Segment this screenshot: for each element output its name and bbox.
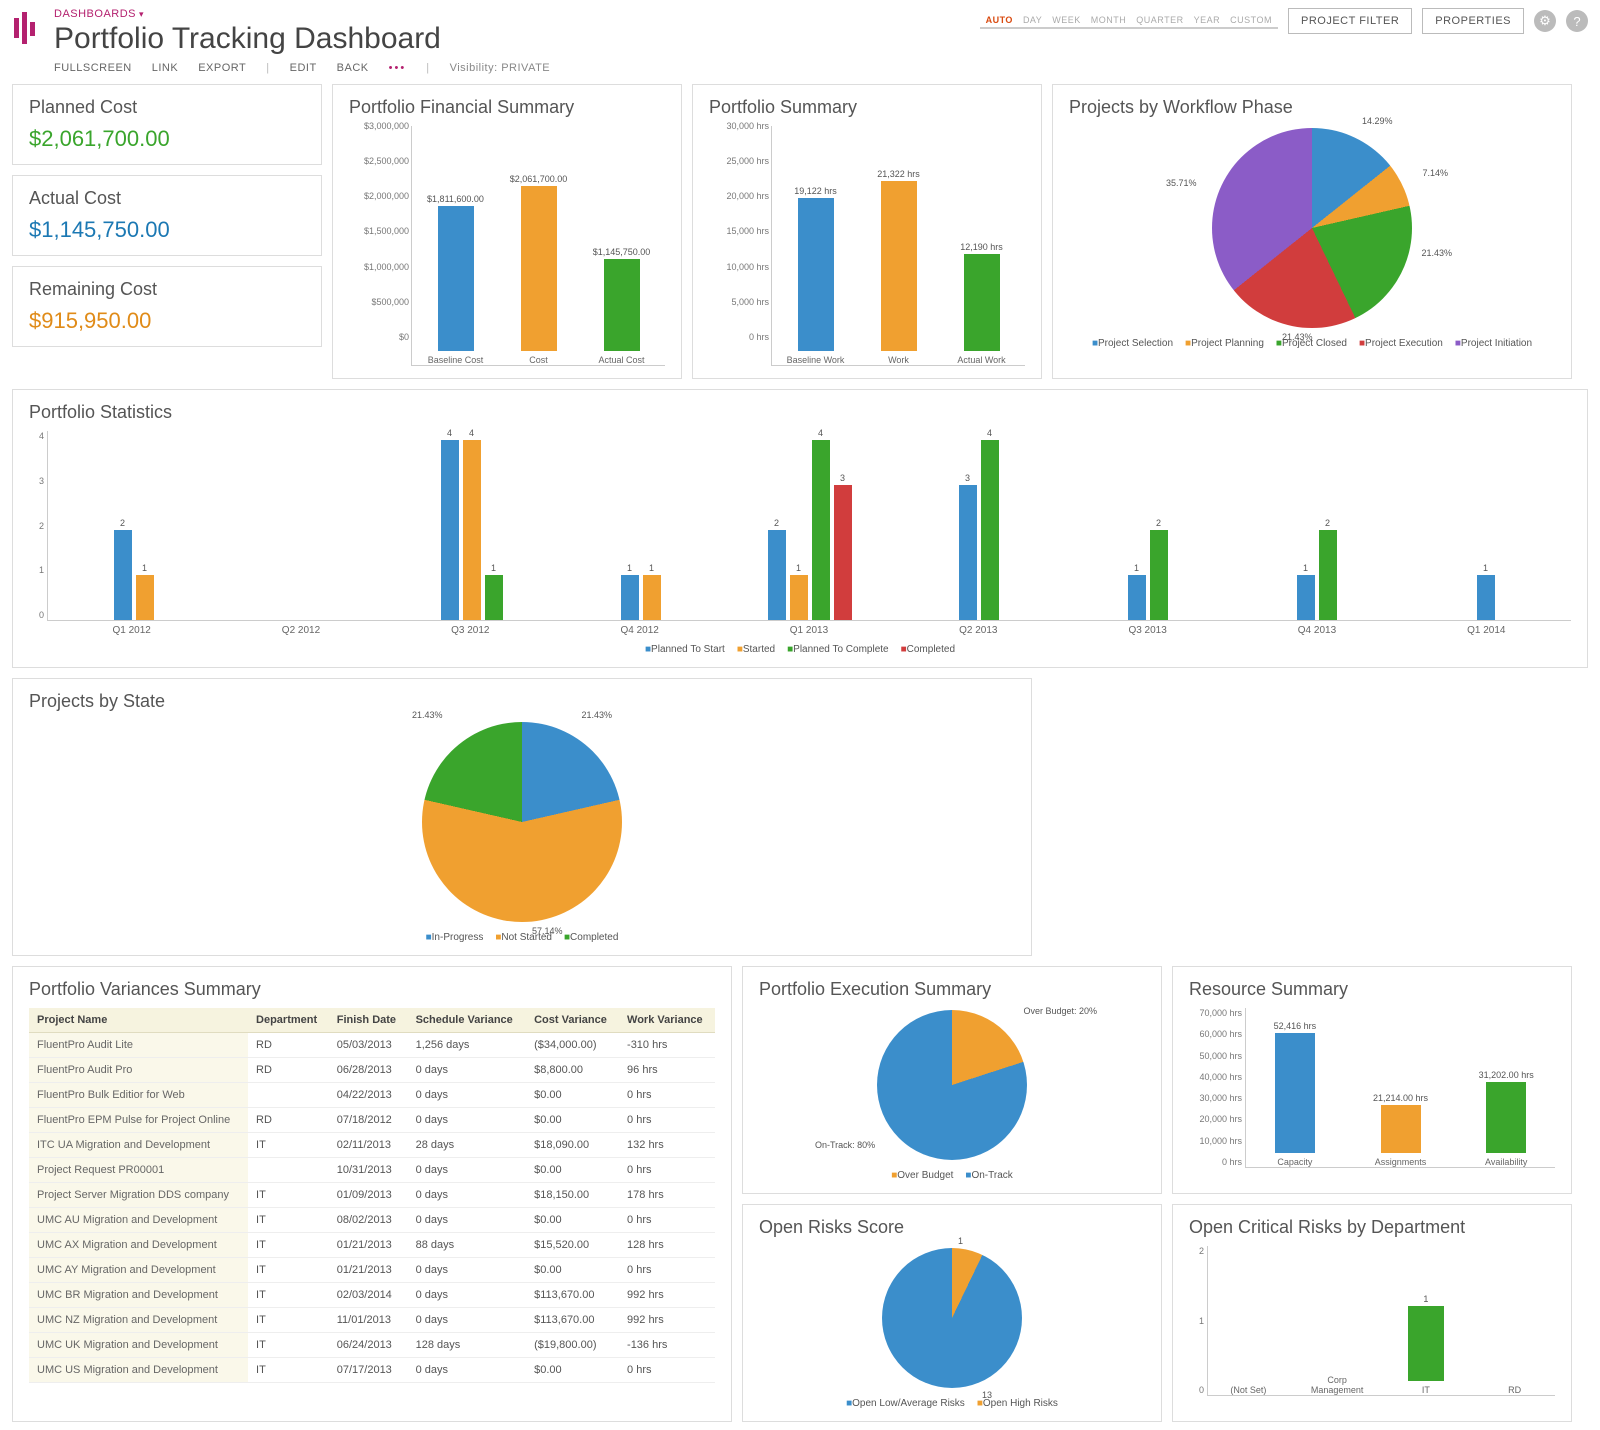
open-risks-card: Open Risks Score 1 13 Open Low/Average R… [742,1204,1162,1422]
table-row[interactable]: Project Server Migration DDS companyIT01… [29,1183,715,1208]
time-auto[interactable]: AUTO [986,15,1013,25]
execution-pie: Over Budget: 20% On-Track: 80% [877,1010,1027,1160]
execution-summary-card: Portfolio Execution Summary Over Budget:… [742,966,1162,1194]
portfolio-title: Portfolio Summary [709,97,1025,118]
resource-title: Resource Summary [1189,979,1555,1000]
menu-export[interactable]: EXPORT [198,62,246,74]
workflow-title: Projects by Workflow Phase [1069,97,1555,118]
kpi-planned-value: $2,061,700.00 [29,126,305,152]
menu-link[interactable]: LINK [152,62,178,74]
table-header[interactable]: Schedule Variance [408,1008,527,1033]
variances-table: Project NameDepartmentFinish DateSchedul… [29,1008,715,1383]
table-header[interactable]: Finish Date [329,1008,408,1033]
kpi-planned-cost: Planned Cost $2,061,700.00 [12,84,322,165]
menu-back[interactable]: BACK [337,62,369,74]
resource-summary-card: Resource Summary 70,000 hrs60,000 hrs50,… [1172,966,1572,1194]
kpi-actual-value: $1,145,750.00 [29,217,305,243]
time-custom[interactable]: CUSTOM [1230,15,1272,25]
variances-title: Portfolio Variances Summary [29,979,715,1000]
table-row[interactable]: UMC AX Migration and DevelopmentIT01/21/… [29,1233,715,1258]
kpi-actual-title: Actual Cost [29,188,305,209]
state-pie: 21.43% 57.14% 21.43% [422,722,622,922]
time-range-selector[interactable]: AUTO DAY WEEK MONTH QUARTER YEAR CUSTOM [980,13,1278,29]
state-legend: In-Progress Not Started Completed [29,932,1015,943]
table-row[interactable]: FluentPro Bulk Editior for Web04/22/2013… [29,1083,715,1108]
stats-legend: Planned To Start Started Planned To Comp… [29,644,1571,655]
risks-pie: 1 13 [882,1248,1022,1388]
table-row[interactable]: UMC AY Migration and DevelopmentIT01/21/… [29,1258,715,1283]
critical-title: Open Critical Risks by Department [1189,1217,1555,1238]
table-header[interactable]: Project Name [29,1008,248,1033]
time-month[interactable]: MONTH [1091,15,1127,25]
table-row[interactable]: ITC UA Migration and DevelopmentIT02/11/… [29,1133,715,1158]
portfolio-summary-card: Portfolio Summary 30,000 hrs25,000 hrs20… [692,84,1042,379]
stats-title: Portfolio Statistics [29,402,1571,423]
time-quarter[interactable]: QUARTER [1136,15,1183,25]
page-title: Portfolio Tracking Dashboard [54,22,968,56]
breadcrumb[interactable]: DASHBOARDS [54,8,968,20]
execution-title: Portfolio Execution Summary [759,979,1145,1000]
menu-fullscreen[interactable]: FULLSCREEN [54,62,132,74]
menu-edit[interactable]: EDIT [290,62,317,74]
help-icon[interactable]: ? [1566,10,1588,32]
risks-legend: Open Low/Average Risks Open High Risks [759,1398,1145,1409]
time-year[interactable]: YEAR [1194,15,1221,25]
gear-icon[interactable]: ⚙ [1534,10,1556,32]
critical-risks-card: Open Critical Risks by Department 210 (N… [1172,1204,1572,1422]
table-row[interactable]: FluentPro Audit LiteRD05/03/20131,256 da… [29,1033,715,1058]
time-week[interactable]: WEEK [1052,15,1081,25]
kpi-remaining-cost: Remaining Cost $915,950.00 [12,266,322,347]
table-header[interactable]: Department [248,1008,329,1033]
logo-icon [12,8,42,48]
menu-more[interactable]: ••• [389,62,407,74]
table-row[interactable]: Project Request PR0000110/31/20130 days$… [29,1158,715,1183]
state-title: Projects by State [29,691,1015,712]
table-header[interactable]: Cost Variance [526,1008,619,1033]
portfolio-variances-card: Portfolio Variances Summary Project Name… [12,966,732,1422]
financial-title: Portfolio Financial Summary [349,97,665,118]
risks-title: Open Risks Score [759,1217,1145,1238]
workflow-phase-card: Projects by Workflow Phase 14.29% 7.14% … [1052,84,1572,379]
projects-by-state-card: Projects by State 21.43% 57.14% 21.43% I… [12,678,1032,956]
table-row[interactable]: UMC UK Migration and DevelopmentIT06/24/… [29,1333,715,1358]
table-row[interactable]: FluentPro EPM Pulse for Project OnlineRD… [29,1108,715,1133]
workflow-pie: 14.29% 7.14% 21.43% 21.43% 35.71% [1212,128,1412,328]
table-row[interactable]: UMC US Migration and DevelopmentIT07/17/… [29,1358,715,1383]
table-header[interactable]: Work Variance [619,1008,715,1033]
execution-legend: Over Budget On-Track [759,1170,1145,1181]
kpi-actual-cost: Actual Cost $1,145,750.00 [12,175,322,256]
project-filter-button[interactable]: PROJECT FILTER [1288,8,1412,34]
kpi-planned-title: Planned Cost [29,97,305,118]
portfolio-financial-summary-card: Portfolio Financial Summary $3,000,000$2… [332,84,682,379]
time-day[interactable]: DAY [1023,15,1042,25]
kpi-remaining-value: $915,950.00 [29,308,305,334]
table-row[interactable]: FluentPro Audit ProRD06/28/20130 days$8,… [29,1058,715,1083]
visibility-label: Visibility: PRIVATE [450,62,551,74]
kpi-remaining-title: Remaining Cost [29,279,305,300]
properties-button[interactable]: PROPERTIES [1422,8,1524,34]
table-row[interactable]: UMC BR Migration and DevelopmentIT02/03/… [29,1283,715,1308]
portfolio-statistics-card: Portfolio Statistics 43210 2144111214334… [12,389,1588,668]
table-row[interactable]: UMC NZ Migration and DevelopmentIT11/01/… [29,1308,715,1333]
table-row[interactable]: UMC AU Migration and DevelopmentIT08/02/… [29,1208,715,1233]
